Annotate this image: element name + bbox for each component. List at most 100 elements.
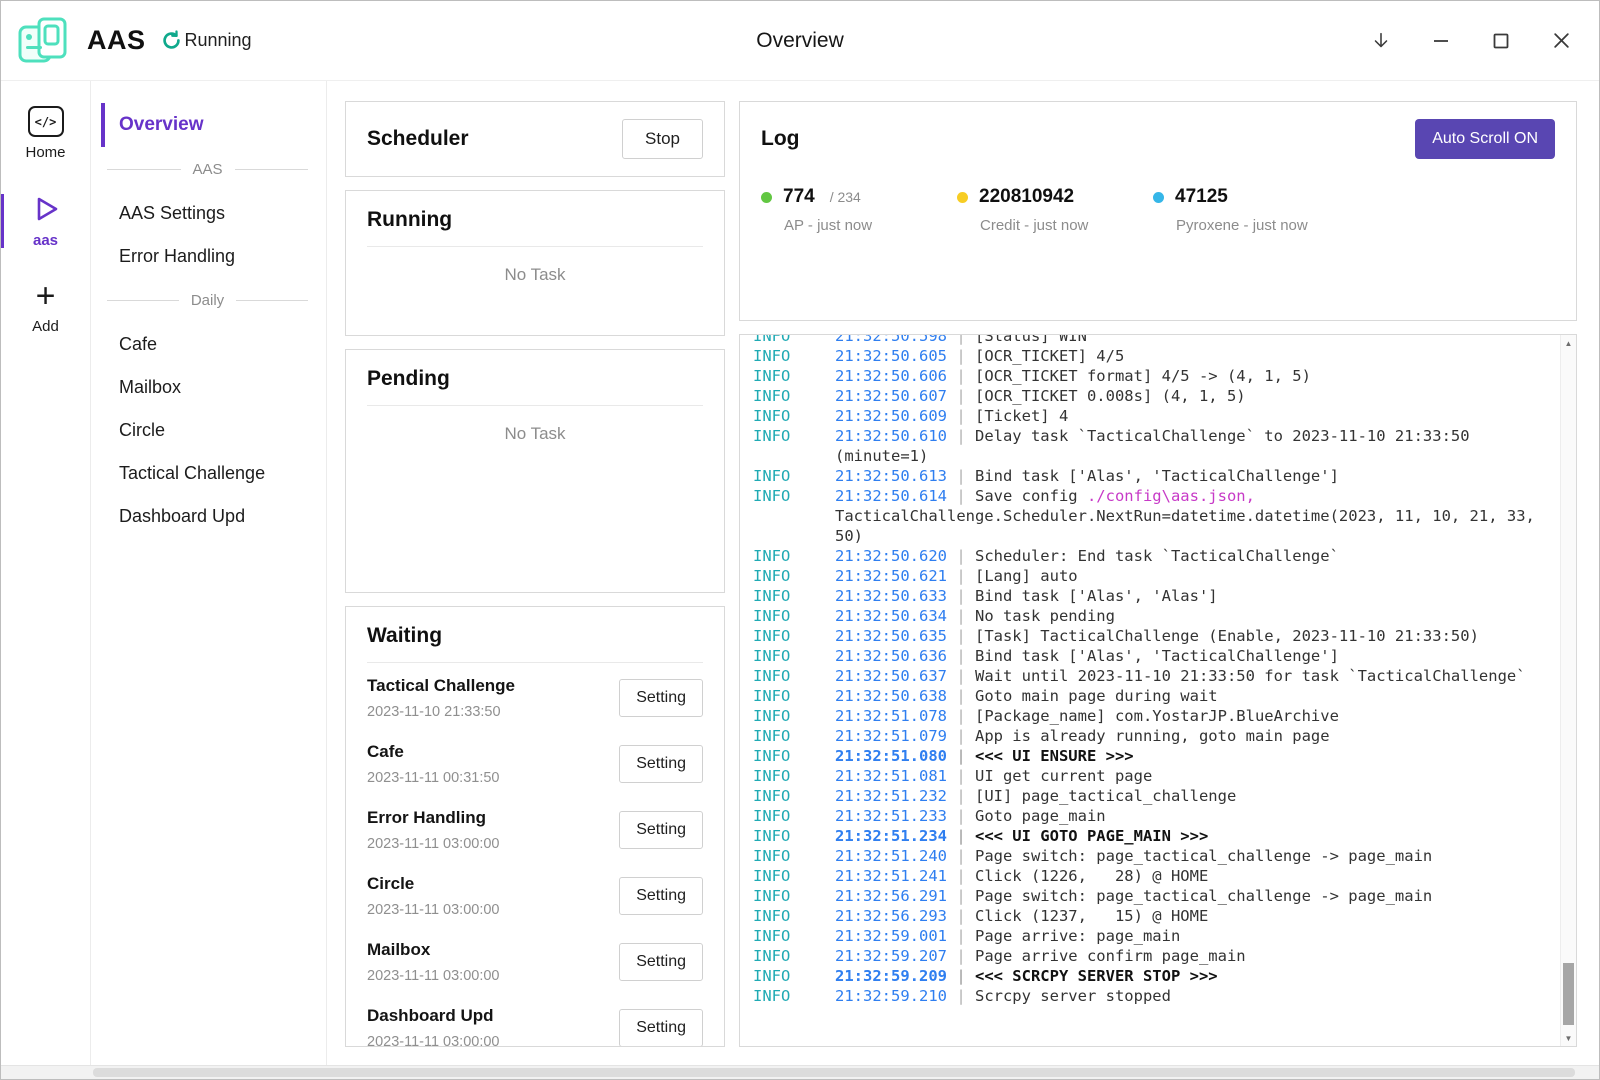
- nav-item-home[interactable]: </> Home: [1, 101, 90, 166]
- log-level: INFO: [753, 606, 835, 626]
- log-scrollbar[interactable]: ▲ ▼: [1560, 335, 1576, 1046]
- log-body: 21:32:56.291 | Page switch: page_tactica…: [835, 886, 1536, 906]
- log-level: INFO: [753, 786, 835, 806]
- sidebar-item-mailbox[interactable]: Mailbox: [101, 366, 314, 409]
- running-title: Running: [367, 208, 703, 247]
- log-separator: |: [947, 587, 975, 605]
- waiting-task-time: 2023-11-11 03:00:00: [367, 968, 500, 984]
- nav-item-add[interactable]: + Add: [1, 276, 90, 340]
- close-button[interactable]: [1549, 29, 1573, 53]
- log-level: INFO: [753, 806, 835, 826]
- waiting-task-time: 2023-11-11 03:00:00: [367, 1034, 500, 1047]
- sidebar-item-aas-settings[interactable]: AAS Settings: [101, 192, 314, 235]
- section-divider-line: [107, 300, 179, 301]
- download-button[interactable]: [1369, 29, 1393, 53]
- log-level: INFO: [753, 346, 835, 366]
- sidebar-item-cafe[interactable]: Cafe: [101, 323, 314, 366]
- log-body: 21:32:51.078 | [Package_name] com.Yostar…: [835, 706, 1536, 726]
- sidebar-section-daily: Daily: [101, 282, 314, 319]
- log-separator: |: [947, 707, 975, 725]
- sidebar-item-tactical-challenge[interactable]: Tactical Challenge: [101, 452, 314, 495]
- horizontal-scrollbar-thumb[interactable]: [93, 1068, 1575, 1077]
- minimize-icon: [1432, 32, 1450, 50]
- sidebar-item-dashboard-upd[interactable]: Dashboard Upd: [101, 495, 314, 538]
- log-scrollbar-thumb[interactable]: [1563, 963, 1574, 1025]
- log-line: INFO21:32:50.638 | Goto main page during…: [753, 686, 1536, 706]
- log-level: INFO: [753, 986, 835, 1006]
- log-time: 21:32:50.606: [835, 367, 947, 385]
- log-output-card: INFO21:32:50.598 | [Status] WININFO21:32…: [739, 334, 1577, 1047]
- log-time: 21:32:50.638: [835, 687, 947, 705]
- setting-button-dashboard-upd[interactable]: Setting: [619, 1009, 703, 1047]
- log-time: 21:32:51.234: [835, 827, 947, 845]
- maximize-icon: [1492, 32, 1510, 50]
- log-body: 21:32:50.609 | [Ticket] 4: [835, 406, 1536, 426]
- running-status: Running: [160, 29, 252, 52]
- app-name: AAS: [87, 25, 146, 56]
- setting-button-mailbox[interactable]: Setting: [619, 943, 703, 981]
- stop-button[interactable]: Stop: [622, 119, 703, 159]
- setting-button-cafe[interactable]: Setting: [619, 745, 703, 783]
- stat-label: Pyroxene - just now: [1176, 217, 1349, 234]
- sidebar-menu: OverviewAASAAS SettingsError HandlingDai…: [91, 81, 327, 1065]
- log-body: 21:32:50.607 | [OCR_TICKET 0.008s] (4, 1…: [835, 386, 1536, 406]
- log-time: 21:32:50.609: [835, 407, 947, 425]
- log-level: INFO: [753, 646, 835, 666]
- log-level: INFO: [753, 666, 835, 686]
- sidebar-item-overview[interactable]: Overview: [101, 103, 314, 147]
- stat-label: AP - just now: [784, 217, 957, 234]
- log-time: 21:32:50.607: [835, 387, 947, 405]
- waiting-card: Waiting Tactical Challenge2023-11-10 21:…: [345, 606, 725, 1047]
- setting-button-circle[interactable]: Setting: [619, 877, 703, 915]
- waiting-title: Waiting: [367, 624, 703, 663]
- log-level: INFO: [753, 546, 835, 566]
- sidebar-item-error-handling[interactable]: Error Handling: [101, 235, 314, 278]
- log-separator: |: [947, 335, 975, 345]
- log-body: 21:32:51.079 | App is already running, g…: [835, 726, 1536, 746]
- horizontal-scrollbar[interactable]: [1, 1065, 1599, 1079]
- sidebar-item-circle[interactable]: Circle: [101, 409, 314, 452]
- log-line: INFO21:32:50.614 | Save config ./config\…: [753, 486, 1536, 546]
- nav-rail: </> Home aas + Add: [1, 81, 91, 1065]
- log-time: 21:32:50.637: [835, 667, 947, 685]
- log-body: 21:32:50.613 | Bind task ['Alas', 'Tacti…: [835, 466, 1536, 486]
- nav-item-aas[interactable]: aas: [1, 188, 90, 254]
- log-time: 21:32:50.635: [835, 627, 947, 645]
- pending-card: Pending No Task: [345, 349, 725, 593]
- log-separator: |: [947, 387, 975, 405]
- log-level: INFO: [753, 626, 835, 646]
- setting-button-tactical-challenge[interactable]: Setting: [619, 679, 703, 717]
- log-line: INFO21:32:50.609 | [Ticket] 4: [753, 406, 1536, 426]
- log-body: 21:32:51.241 | Click (1226, 28) @ HOME: [835, 866, 1536, 886]
- log-time: 21:32:59.001: [835, 927, 947, 945]
- running-empty-text: No Task: [367, 247, 703, 303]
- stat-dot: [761, 192, 772, 203]
- log-body: 21:32:59.210 | Scrcpy server stopped: [835, 986, 1536, 1006]
- scrollbar-down-arrow-icon[interactable]: ▼: [1561, 1030, 1576, 1046]
- log-time: 21:32:51.232: [835, 787, 947, 805]
- log-line: INFO21:32:50.606 | [OCR_TICKET format] 4…: [753, 366, 1536, 386]
- log-time: 21:32:51.080: [835, 747, 947, 765]
- maximize-button[interactable]: [1489, 29, 1513, 53]
- log-level: INFO: [753, 366, 835, 386]
- running-status-label: Running: [185, 30, 252, 51]
- log-time: 21:32:50.633: [835, 587, 947, 605]
- log-time: 21:32:51.233: [835, 807, 947, 825]
- log-body: 21:32:50.635 | [Task] TacticalChallenge …: [835, 626, 1536, 646]
- waiting-task-info: Circle2023-11-11 03:00:00: [367, 874, 500, 918]
- minimize-button[interactable]: [1429, 29, 1453, 53]
- log-line: INFO21:32:50.598 | [Status] WIN: [753, 335, 1536, 346]
- log-line: INFO21:32:50.635 | [Task] TacticalChalle…: [753, 626, 1536, 646]
- log-line: INFO21:32:56.291 | Page switch: page_tac…: [753, 886, 1536, 906]
- scrollbar-up-arrow-icon[interactable]: ▲: [1561, 335, 1576, 351]
- stat-suffix: / 234: [830, 189, 861, 205]
- auto-scroll-button[interactable]: Auto Scroll ON: [1415, 119, 1555, 159]
- log-time: 21:32:50.614: [835, 487, 947, 505]
- log-body: 21:32:50.633 | Bind task ['Alas', 'Alas'…: [835, 586, 1536, 606]
- waiting-task-name: Error Handling: [367, 808, 500, 828]
- setting-button-error-handling[interactable]: Setting: [619, 811, 703, 849]
- log-stat: 774/ 234AP - just now: [761, 186, 957, 234]
- waiting-task-name: Circle: [367, 874, 500, 894]
- log-time: 21:32:51.081: [835, 767, 947, 785]
- app-logo-icon: [15, 13, 71, 69]
